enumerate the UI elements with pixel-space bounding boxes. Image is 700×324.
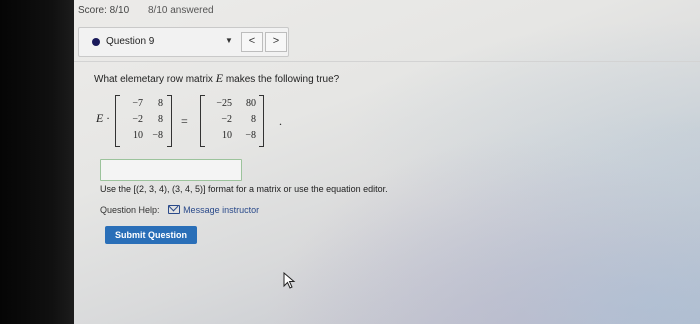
matrix-cell: −2 [132,114,143,125]
matrix-cell: 80 [246,98,256,109]
matrix-cell: 8 [158,98,163,109]
matrix-row: −25 80 [206,96,256,112]
question-help: Question Help: Message instructor [100,205,259,215]
matrix-cell: 10 [222,130,232,141]
lhs-right-bracket [167,95,172,147]
matrix-row: −2 8 [206,112,256,128]
caret-down-icon[interactable]: ▼ [225,36,233,45]
prompt-text-end: makes the following true? [225,74,340,85]
lhs-left-bracket [115,95,120,147]
question-help-label: Question Help: [100,205,160,215]
matrix-cell: −7 [132,98,143,109]
matrix-cell: −8 [152,130,163,141]
score-text: Score: 8/10 [78,5,130,16]
matrix-row: 10 −8 [121,128,163,144]
answer-format-hint: Use the [(2, 3, 4), (3, 4, 5)] format fo… [100,184,388,194]
matrix-cell: 8 [158,114,163,125]
rhs-right-bracket [259,95,264,147]
equals-sign: = [181,114,188,128]
equation-left-variable: E · [96,111,110,125]
prompt-variable: E [215,71,224,85]
matrix-cell: −8 [245,130,256,141]
mouse-cursor-icon [283,272,296,289]
question-selector[interactable]: Question 9 ▼ < > [78,27,289,57]
rhs-matrix: −25 80 −2 8 10 −8 [206,96,256,144]
score-bar: Score: 8/10 8/10 answered [74,0,700,20]
matrix-row: −2 8 [121,112,163,128]
next-question-button[interactable]: > [265,32,287,52]
screen-bezel [0,0,74,324]
matrix-cell: −25 [216,98,232,109]
quiz-page: Score: 8/10 8/10 answered Question 9 ▼ <… [74,0,700,324]
submit-question-button[interactable]: Submit Question [105,226,197,244]
equation-period: . [279,114,282,128]
rhs-left-bracket [200,95,205,147]
matrix-cell: −2 [221,114,232,125]
mail-icon[interactable] [168,205,181,214]
previous-question-button[interactable]: < [241,32,263,52]
prompt-text-start: What elemetary row matrix [94,74,213,85]
matrix-row: −7 8 [121,96,163,112]
question-status-dot [92,38,100,46]
matrix-equation: E · −7 8 −2 8 10 −8 = −25 80 −2 8 10 −8 [96,92,296,148]
matrix-cell: 10 [133,130,143,141]
message-instructor-link[interactable]: Message instructor [183,205,259,215]
question-prompt: What elemetary row matrix E makes the fo… [94,71,339,86]
divider [74,61,700,62]
question-selector-label: Question 9 [106,36,155,47]
matrix-row: 10 −8 [206,128,256,144]
matrix-cell: 8 [251,114,256,125]
answered-count: 8/10 answered [148,5,214,16]
lhs-matrix: −7 8 −2 8 10 −8 [121,96,163,144]
answer-input[interactable] [100,159,242,181]
